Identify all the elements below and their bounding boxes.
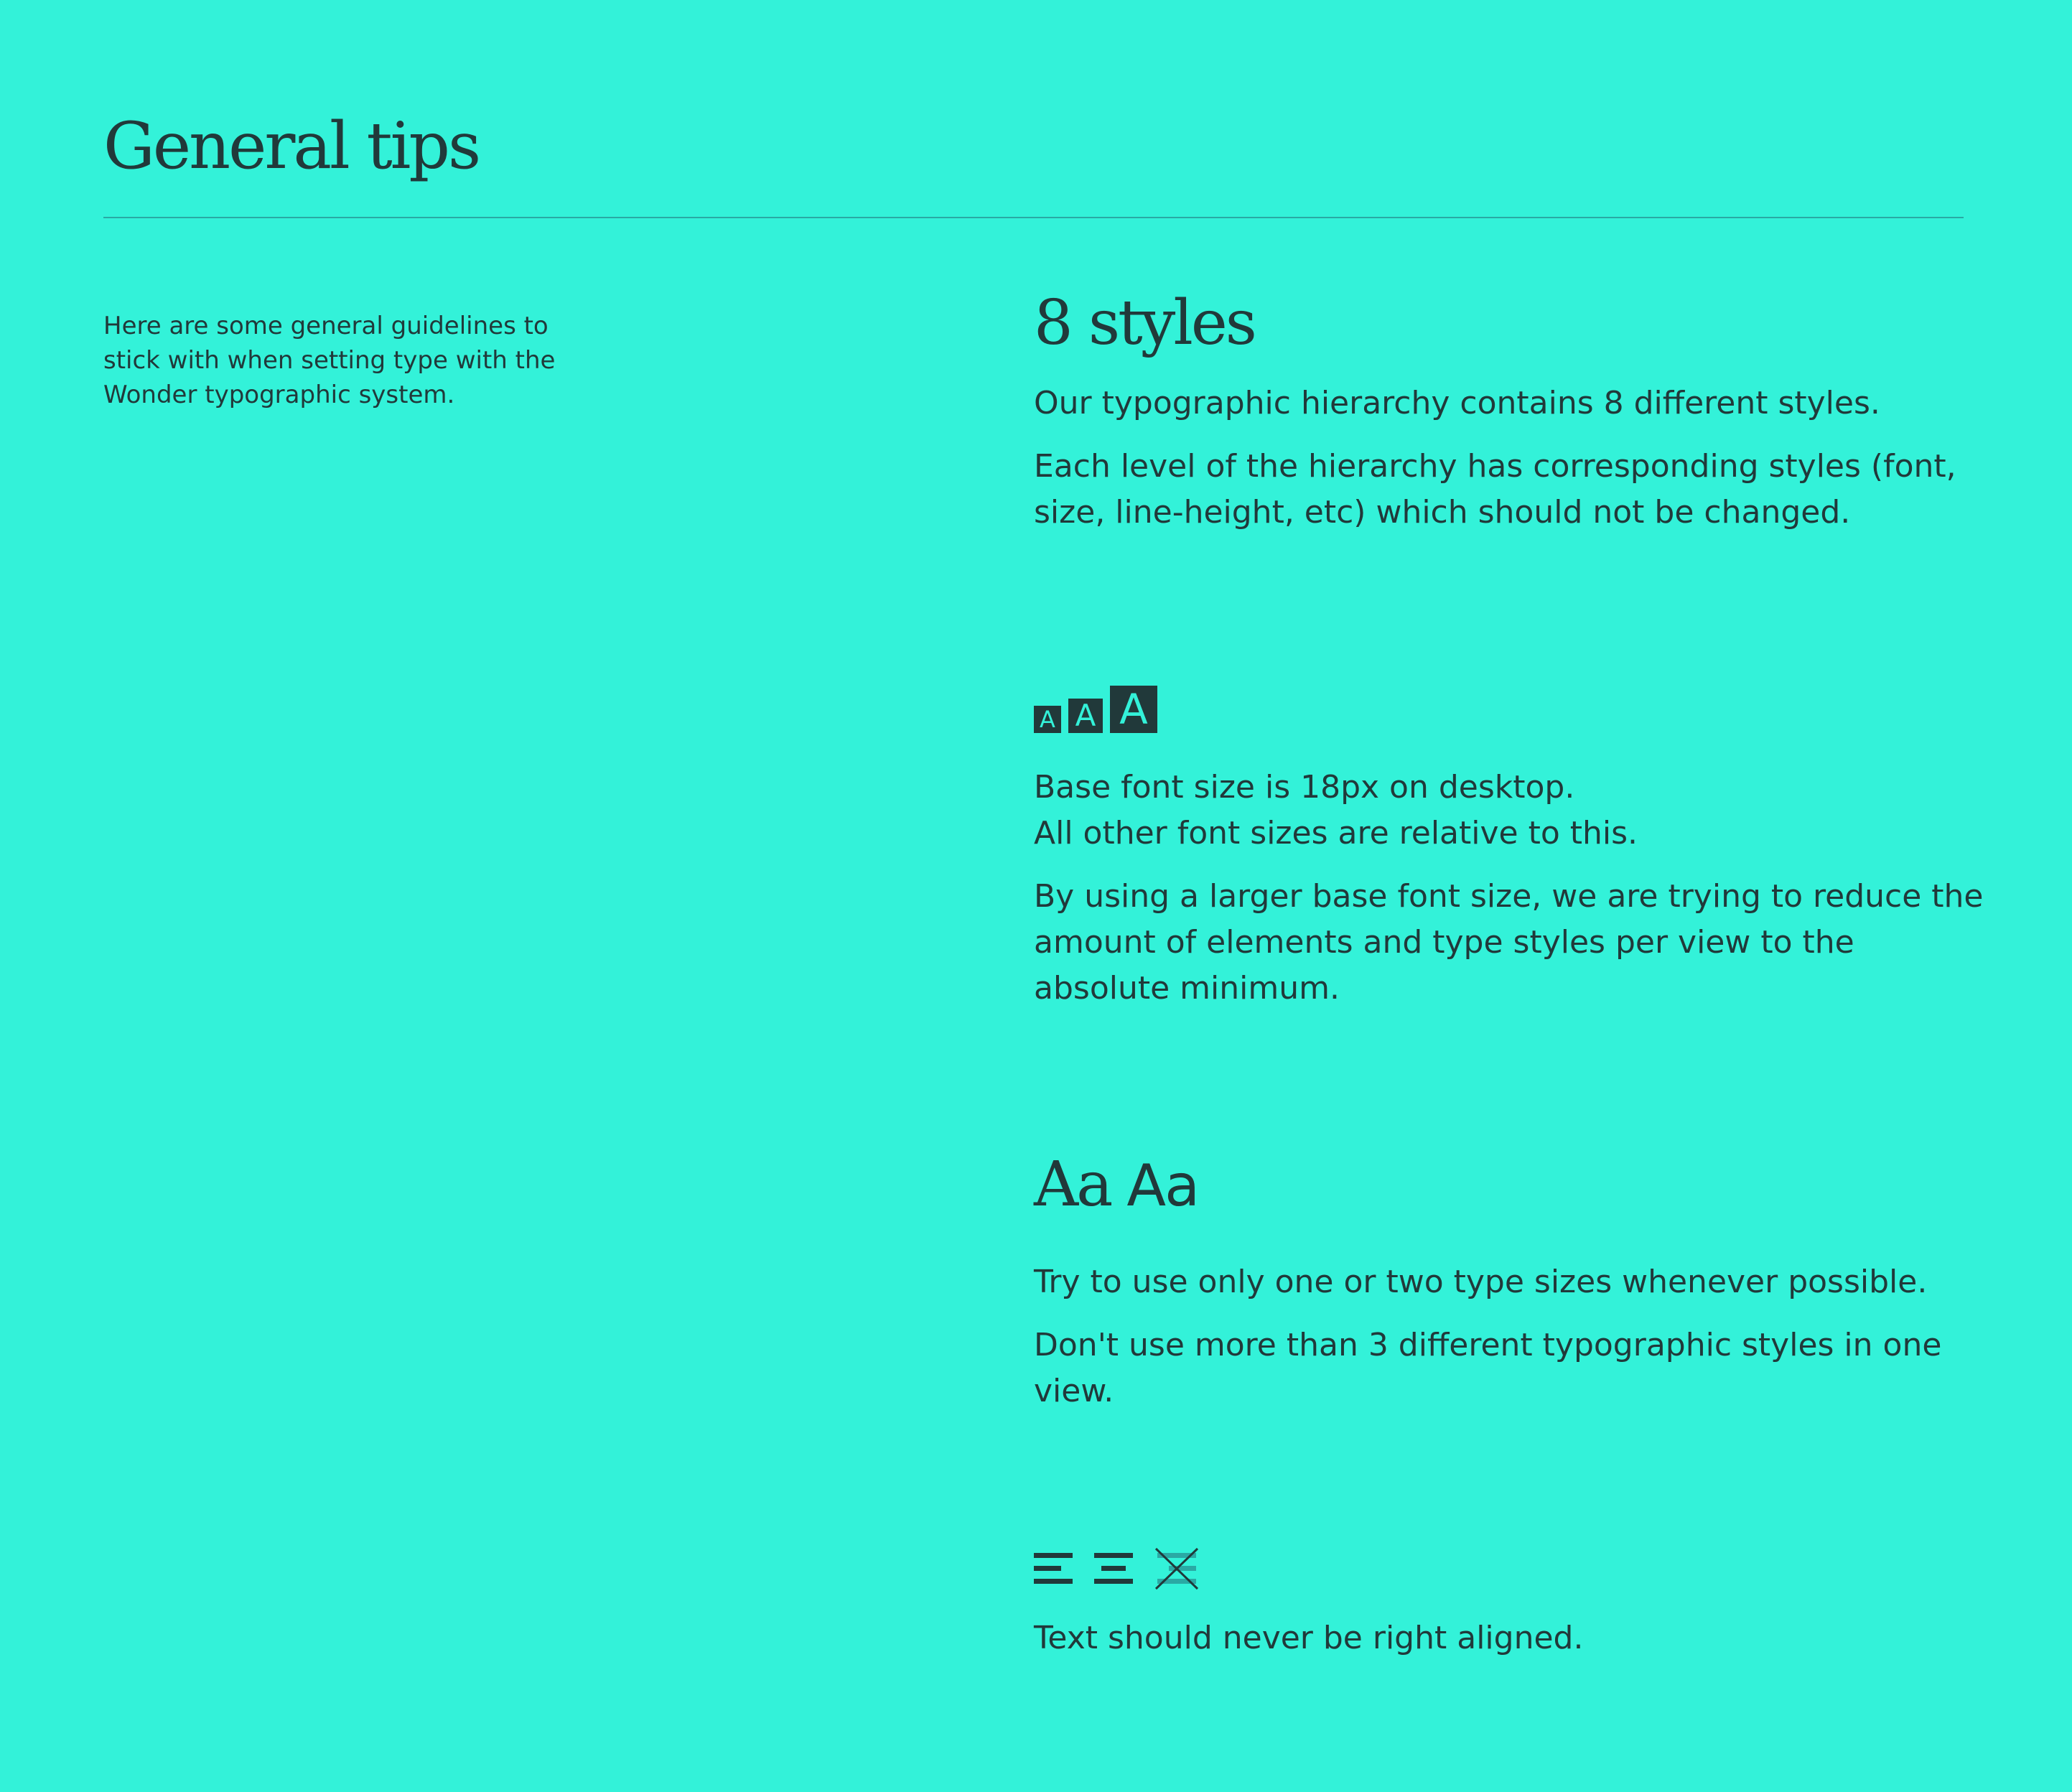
small-a-icon: A: [1034, 706, 1061, 733]
styles-paragraph-2: Each level of the hierarchy has correspo…: [1034, 448, 1956, 531]
align-left-icon: [1034, 1553, 1073, 1584]
base-size-line-2: All other font sizes are relative to thi…: [1034, 815, 1638, 851]
type-sample: Aa Aa: [1034, 1149, 1989, 1232]
base-size-paragraph-2: By using a larger base font size, we are…: [1034, 878, 1984, 1007]
page-title: General tips: [103, 108, 481, 184]
section-alignment: Text should never be right aligned.: [1034, 1544, 1989, 1661]
base-size-line-1: Base font size is 18px on desktop.: [1034, 769, 1575, 806]
section-8-styles: 8 styles Our typographic hierarchy conta…: [1034, 287, 1989, 536]
section-base-font-size: A A A Base font size is 18px on desktop.…: [1034, 686, 1989, 1012]
align-right-crossed-icon: [1154, 1547, 1199, 1590]
base-size-paragraph-1: Base font size is 18px on desktop. All o…: [1034, 765, 1989, 857]
sans-sample: Aa: [1126, 1152, 1200, 1219]
align-center-icon: [1094, 1553, 1133, 1584]
alignment-paragraph-1: Text should never be right aligned.: [1034, 1620, 1584, 1656]
font-size-icon: A A A: [1034, 686, 1989, 733]
alignment-icons: [1034, 1544, 1989, 1594]
type-sizes-paragraph-2: Don't use more than 3 different typograp…: [1034, 1327, 1942, 1409]
section-type-sizes: Aa Aa Try to use only one or two type si…: [1034, 1149, 1989, 1414]
intro-text: Here are some general guidelines to stic…: [103, 312, 556, 409]
type-sizes-paragraph-1: Try to use only one or two type sizes wh…: [1034, 1264, 1928, 1300]
medium-a-icon: A: [1068, 699, 1103, 733]
section-title: 8 styles: [1034, 287, 1257, 359]
serif-sample: Aa: [1034, 1149, 1113, 1221]
header-divider: [103, 217, 1964, 218]
styles-paragraph-1: Our typographic hierarchy contains 8 dif…: [1034, 385, 1880, 421]
large-a-icon: A: [1110, 686, 1157, 733]
